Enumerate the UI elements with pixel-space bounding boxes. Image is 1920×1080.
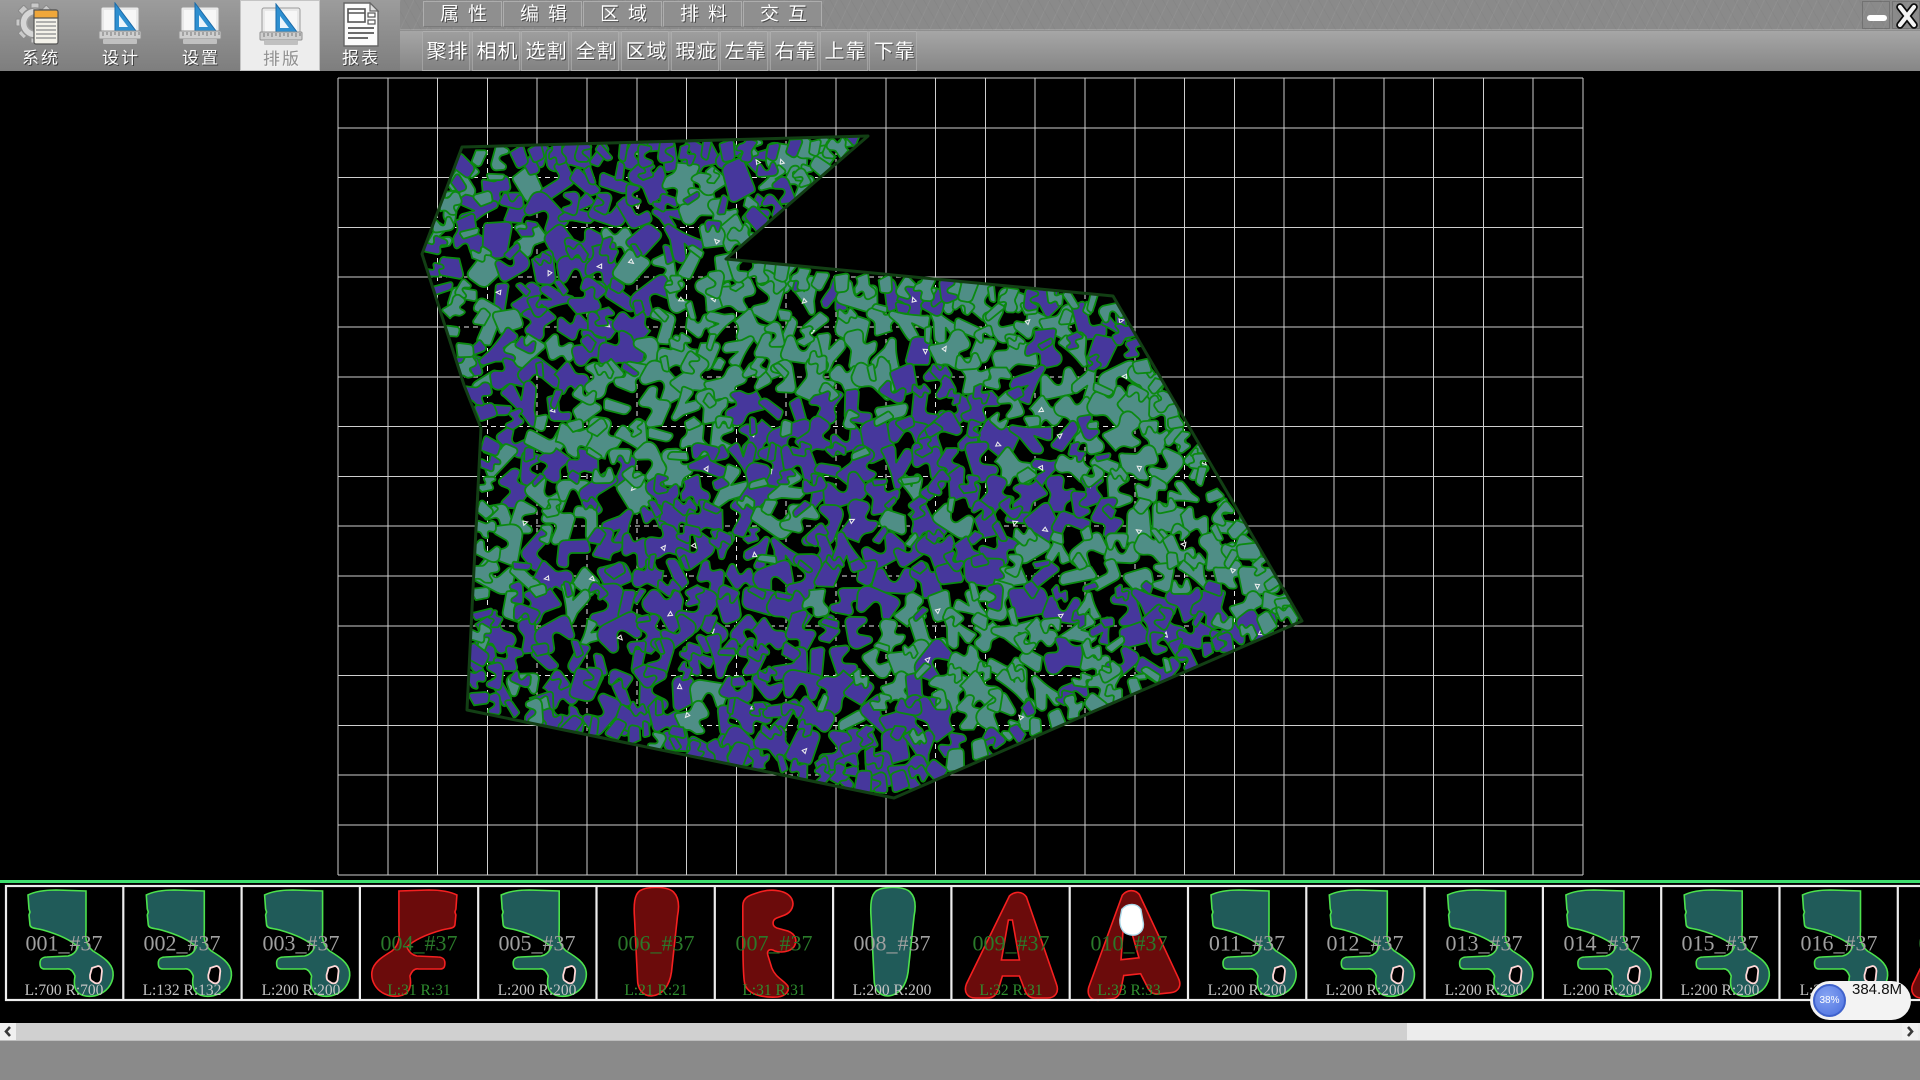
svg-text:016_#37: 016_#37 <box>1801 931 1878 956</box>
svg-text:006_#37: 006_#37 <box>618 931 695 956</box>
svg-text:L:200 R:200: L:200 R:200 <box>1445 982 1524 999</box>
svg-text:L:32 R:31: L:32 R:31 <box>979 982 1042 999</box>
svg-text:L:200 R:200: L:200 R:200 <box>1208 982 1287 999</box>
svg-text:L:33 R:33: L:33 R:33 <box>1097 982 1161 999</box>
svg-text:011_#37: 011_#37 <box>1209 931 1285 956</box>
svg-text:L:200 R:200: L:200 R:200 <box>262 982 341 999</box>
svg-text:009_#37: 009_#37 <box>973 931 1050 956</box>
svg-text:L:132 R:132: L:132 R:132 <box>143 982 222 999</box>
svg-text:L:31 R:31: L:31 R:31 <box>742 982 805 999</box>
svg-text:L:200 R:200: L:200 R:200 <box>853 982 932 999</box>
svg-text:L:200 R:200: L:200 R:200 <box>498 982 577 999</box>
svg-text:002_#37: 002_#37 <box>144 931 221 956</box>
svg-text:008_#37: 008_#37 <box>854 931 931 956</box>
svg-text:004_#37: 004_#37 <box>381 931 458 956</box>
svg-text:L:200 R:200: L:200 R:200 <box>1681 982 1760 999</box>
svg-text:L:31 R:31: L:31 R:31 <box>387 982 450 999</box>
svg-text:010_#37: 010_#37 <box>1091 931 1168 956</box>
svg-text:007_#37: 007_#37 <box>736 931 813 956</box>
svg-text:L:21 R:21: L:21 R:21 <box>624 982 687 999</box>
svg-text:014_#37: 014_#37 <box>1564 931 1641 956</box>
svg-text:L:200 R:200: L:200 R:200 <box>1563 982 1642 999</box>
svg-text:005_#37: 005_#37 <box>499 931 576 956</box>
svg-text:013_#37: 013_#37 <box>1446 931 1523 956</box>
svg-text:015_#37: 015_#37 <box>1682 931 1759 956</box>
svg-text:L:700 R:700: L:700 R:700 <box>25 982 104 999</box>
svg-text:003_#37: 003_#37 <box>263 931 340 956</box>
svg-text:012_#37: 012_#37 <box>1327 931 1404 956</box>
svg-text:L:200 R:200: L:200 R:200 <box>1326 982 1405 999</box>
svg-text:001_#37: 001_#37 <box>26 931 103 956</box>
